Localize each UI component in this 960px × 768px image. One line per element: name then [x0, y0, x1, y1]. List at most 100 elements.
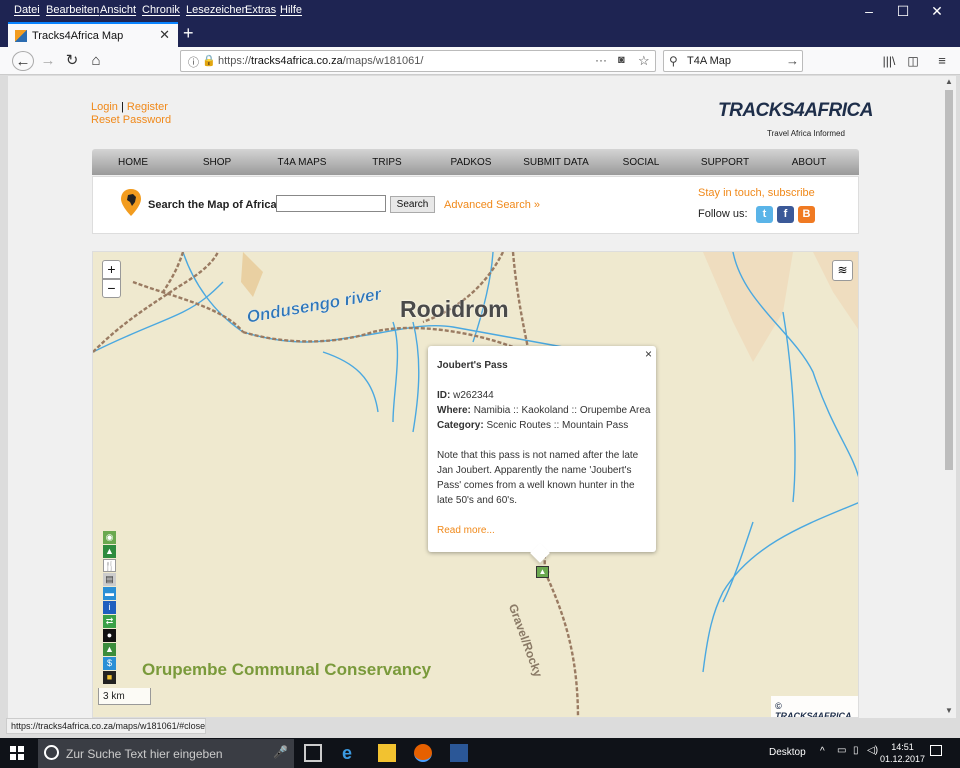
nav-shop[interactable]: SHOP: [177, 157, 257, 168]
browser-tab[interactable]: Tracks4Africa Map ✕: [8, 22, 178, 48]
microphone-icon[interactable]: 🎤: [273, 745, 288, 759]
nav-t4a-maps[interactable]: T4A MAPS: [262, 157, 342, 168]
pocket-icon[interactable]: ◙: [618, 54, 625, 66]
edge-icon[interactable]: e: [342, 744, 360, 762]
url-bar[interactable]: ⓘ 🔒 https://tracks4africa.co.za/maps/w18…: [180, 50, 656, 72]
map-scale: 3 km: [98, 688, 151, 705]
id-label: ID:: [437, 390, 451, 401]
shop-icon[interactable]: ■: [103, 671, 116, 684]
map-search-button[interactable]: Search: [390, 196, 435, 213]
network-icon[interactable]: ▭: [837, 745, 846, 756]
blogger-icon[interactable]: B: [798, 206, 815, 223]
close-window-icon[interactable]: ✕: [920, 0, 954, 22]
system-clock[interactable]: 14:51 01.12.2017: [880, 741, 925, 765]
menu-bar: Datei Bearbeiten Ansicht Chronik Lesezei…: [0, 0, 960, 20]
page-actions-icon[interactable]: ···: [595, 53, 607, 67]
volume-icon[interactable]: ◁): [867, 745, 878, 756]
taskbar-search[interactable]: Zur Suche Text hier eingeben 🎤: [38, 739, 294, 768]
fuel-icon[interactable]: ▬: [103, 587, 116, 600]
reload-icon[interactable]: ↻: [61, 51, 83, 71]
zoom-in-button[interactable]: +: [102, 260, 121, 279]
library-icon[interactable]: |||\: [878, 51, 900, 71]
sidebar-icon[interactable]: ◫: [902, 51, 924, 71]
main-navigation: HOME SHOP T4A MAPS TRIPS PADKOS SUBMIT D…: [92, 149, 859, 175]
popup-close-icon[interactable]: ×: [645, 347, 652, 362]
url-text: https://tracks4africa.co.za/maps/w181061…: [218, 55, 424, 67]
lock-icon: 🔒: [202, 55, 216, 67]
reset-password-link[interactable]: Reset Password: [91, 114, 171, 126]
map-search-input[interactable]: [276, 195, 386, 212]
tab-title: Tracks4Africa Map: [32, 30, 124, 42]
nav-padkos[interactable]: PADKOS: [431, 157, 511, 168]
map-view[interactable]: + − ≋ Ondusengo river Rooidrom Orupembe …: [92, 251, 859, 718]
tray-arrow-icon[interactable]: ^: [820, 746, 825, 757]
nav-home[interactable]: HOME: [93, 157, 173, 168]
mountain-icon[interactable]: ▲: [103, 643, 116, 656]
desktop-toolbar[interactable]: Desktop: [769, 747, 806, 758]
info-poi-icon[interactable]: i: [103, 601, 116, 614]
eye-icon[interactable]: ◉: [103, 531, 116, 544]
taskbar-search-placeholder: Zur Suche Text hier eingeben: [66, 747, 223, 761]
nav-support[interactable]: SUPPORT: [685, 157, 765, 168]
document-app-icon[interactable]: [450, 744, 468, 762]
info-icon[interactable]: ⓘ: [188, 54, 199, 70]
battery-icon[interactable]: ▯: [853, 745, 859, 756]
maximize-icon[interactable]: ☐: [886, 0, 920, 22]
menu-datei[interactable]: Datei: [14, 4, 40, 16]
scroll-thumb[interactable]: [945, 90, 953, 470]
forward-icon[interactable]: →: [37, 51, 59, 71]
services-icon[interactable]: ⇄: [103, 615, 116, 628]
login-link[interactable]: Login: [91, 101, 118, 113]
zoom-out-button[interactable]: −: [102, 279, 121, 298]
advanced-search-link[interactable]: Advanced Search »: [444, 199, 540, 211]
subscribe-link[interactable]: Stay in touch, subscribe: [698, 187, 815, 199]
notifications-icon[interactable]: [930, 745, 942, 756]
search-go-icon[interactable]: →: [786, 53, 799, 68]
menu-bearbeiten[interactable]: Bearbeiten: [46, 4, 99, 16]
menu-ansicht[interactable]: Ansicht: [100, 4, 136, 16]
file-explorer-icon[interactable]: [378, 744, 396, 762]
map-attribution[interactable]: © TRACKS4AFRICA: [771, 696, 858, 717]
restaurant-icon[interactable]: 🍴: [103, 559, 116, 572]
nav-trips[interactable]: TRIPS: [347, 157, 427, 168]
tracks4africa-logo[interactable]: TRACKS4AFRICA Travel Africa Informed: [718, 93, 874, 139]
new-tab-icon[interactable]: +: [183, 23, 194, 44]
search-input[interactable]: T4A Map: [687, 55, 731, 67]
cortana-icon: [44, 745, 59, 760]
windows-start-icon[interactable]: [10, 746, 24, 760]
back-icon[interactable]: ←: [12, 51, 34, 71]
nav-about[interactable]: ABOUT: [769, 157, 849, 168]
search-bar[interactable]: ⚲ T4A Map →: [663, 50, 803, 72]
read-more-link[interactable]: Read more...: [437, 523, 495, 538]
money-icon[interactable]: $: [103, 657, 116, 670]
facebook-icon[interactable]: f: [777, 206, 794, 223]
home-icon[interactable]: ⌂: [85, 51, 107, 71]
nav-social[interactable]: SOCIAL: [601, 157, 681, 168]
minimize-icon[interactable]: –: [852, 0, 886, 22]
camping-icon[interactable]: ▲: [103, 545, 116, 558]
page-scrollbar[interactable]: ▲ ▼: [942, 76, 956, 718]
menu-hilfe[interactable]: Hilfe: [280, 4, 302, 16]
firefox-icon[interactable]: [414, 744, 432, 762]
menu-chronik[interactable]: Chronik: [142, 4, 180, 16]
hamburger-menu-icon[interactable]: ≡: [931, 51, 953, 71]
follow-us-label: Follow us:: [698, 208, 748, 220]
layers-icon[interactable]: ≋: [832, 260, 853, 281]
menu-extras[interactable]: Extras: [245, 4, 276, 16]
status-bar: https://tracks4africa.co.za/maps/w181061…: [6, 718, 206, 734]
scroll-down-icon[interactable]: ▼: [945, 706, 953, 715]
border-post-icon[interactable]: ●: [103, 629, 116, 642]
nav-submit-data[interactable]: SUBMIT DATA: [516, 157, 596, 168]
twitter-icon[interactable]: t: [756, 206, 773, 223]
task-view-icon[interactable]: [304, 744, 322, 762]
register-link[interactable]: Register: [127, 101, 168, 113]
where-label: Where:: [437, 405, 471, 416]
mountain-pass-marker-icon[interactable]: ▲: [536, 566, 549, 578]
accommodation-icon[interactable]: ▤: [103, 573, 116, 586]
scroll-up-icon[interactable]: ▲: [945, 77, 953, 86]
search-icon: ⚲: [669, 54, 678, 68]
menu-lesezeichen[interactable]: Lesezeichen: [186, 4, 248, 16]
conservancy-label: Orupembe Communal Conservancy: [142, 660, 432, 679]
bookmark-star-icon[interactable]: ☆: [638, 53, 650, 69]
tab-close-icon[interactable]: ✕: [159, 27, 170, 43]
